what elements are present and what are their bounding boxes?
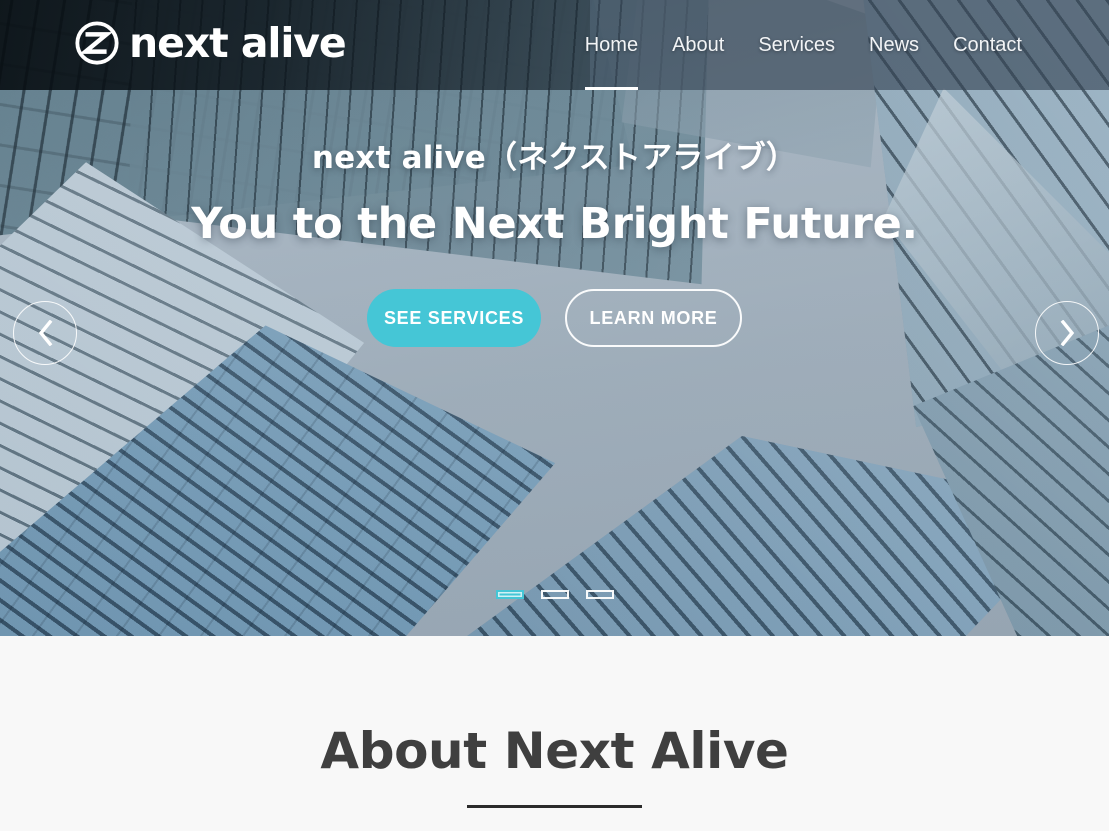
about-section: About Next Alive — [0, 636, 1109, 831]
chevron-right-icon — [1060, 320, 1074, 346]
hero-content: next alive（ネクストアライブ） You to the Next Bri… — [0, 90, 1109, 636]
nav-item-contact[interactable]: Contact — [936, 31, 1039, 59]
carousel-indicator-3[interactable] — [585, 590, 614, 599]
chevron-left-icon — [38, 320, 52, 346]
carousel-indicator-2[interactable] — [540, 590, 569, 599]
carousel-indicators — [0, 590, 1109, 599]
about-title-divider — [467, 805, 642, 808]
site-logo[interactable]: next alive — [74, 18, 347, 67]
hero-carousel: next alive（ネクストアライブ） You to the Next Bri… — [0, 0, 1109, 636]
hero-action-buttons: SEE SERVICES LEARN MORE — [367, 289, 742, 347]
carousel-next-button[interactable] — [1035, 301, 1099, 365]
site-header: next alive Home About Services News Cont… — [0, 0, 1109, 90]
carousel-prev-button[interactable] — [13, 301, 77, 365]
learn-more-button[interactable]: LEARN MORE — [565, 289, 742, 347]
primary-navigation: Home About Services News Contact — [568, 31, 1039, 90]
nav-item-home[interactable]: Home — [568, 31, 655, 90]
circle-arrow-logo-icon — [75, 21, 119, 65]
hero-title: You to the Next Bright Future. — [191, 199, 918, 249]
nav-item-services[interactable]: Services — [741, 31, 852, 59]
page-root: next alive（ネクストアライブ） You to the Next Bri… — [0, 0, 1109, 831]
nav-item-about[interactable]: About — [655, 31, 741, 59]
nav-item-news[interactable]: News — [852, 31, 936, 59]
hero-subtitle: next alive（ネクストアライブ） — [311, 140, 798, 176]
see-services-button[interactable]: SEE SERVICES — [367, 289, 541, 347]
about-section-title: About Next Alive — [320, 722, 789, 780]
site-logo-text: next alive — [129, 18, 347, 67]
carousel-indicator-1[interactable] — [495, 590, 524, 599]
